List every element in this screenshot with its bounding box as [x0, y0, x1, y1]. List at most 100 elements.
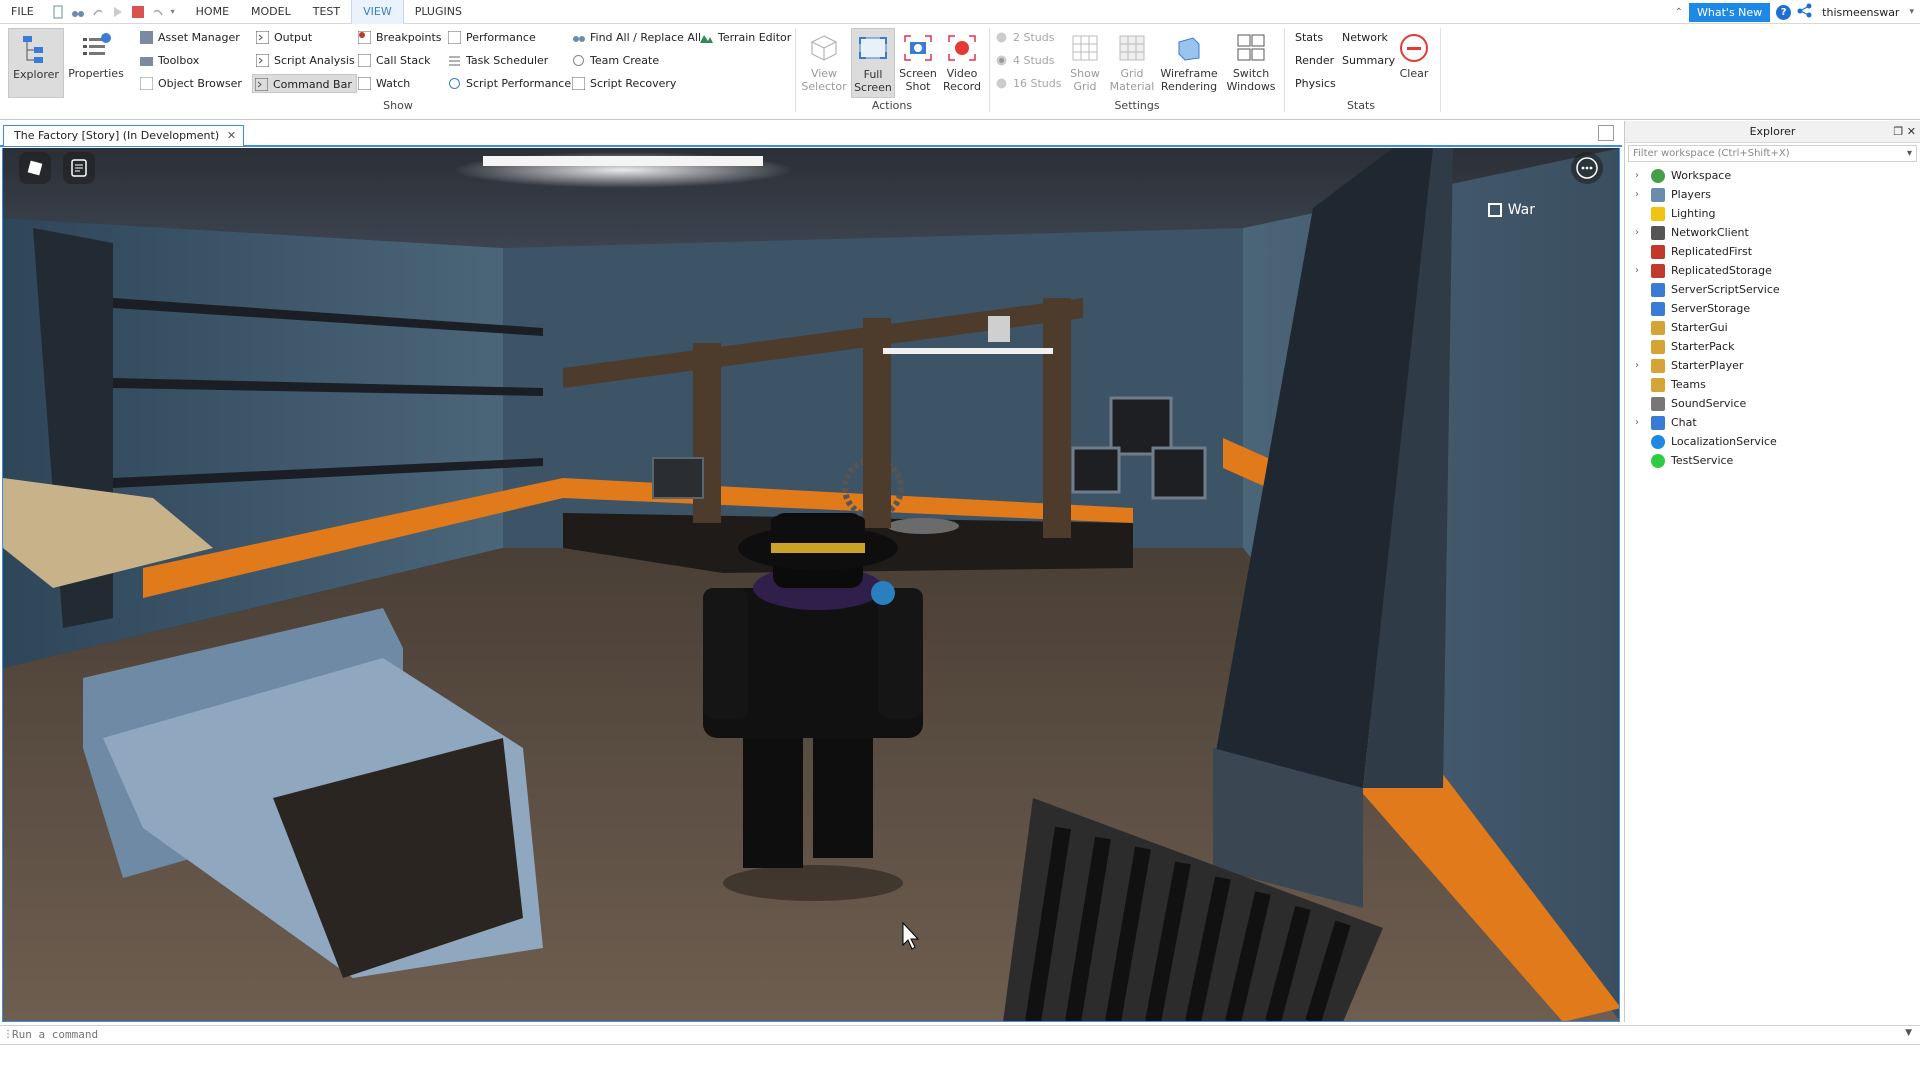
explorer-item-replicatedfirst[interactable]: ReplicatedFirst	[1625, 242, 1920, 261]
menu-plugins[interactable]: PLUGINS	[404, 0, 473, 24]
publish-icon[interactable]	[71, 5, 85, 19]
explorer-item-lighting[interactable]: Lighting	[1625, 204, 1920, 223]
document-tab[interactable]: The Factory [Story] (In Development) ✕	[3, 125, 245, 146]
menu-view[interactable]: VIEW	[351, 0, 404, 24]
team-create-button[interactable]: Team Create	[570, 51, 659, 70]
whats-new-button[interactable]: What's New	[1689, 2, 1771, 22]
more-options-button[interactable]	[1571, 152, 1603, 184]
stats-button[interactable]: Stats	[1275, 28, 1323, 47]
qa-dropdown-icon[interactable]: ▾	[171, 5, 179, 19]
explorer-item-soundservice[interactable]: SoundService	[1625, 394, 1920, 413]
explorer-item-startergui[interactable]: StarterGui	[1625, 318, 1920, 337]
settings-group-label: Settings	[1114, 99, 1160, 112]
output-button[interactable]: Output	[254, 28, 312, 47]
view-selector-button[interactable]: View Selector	[797, 28, 851, 98]
roblox-menu-button[interactable]	[19, 152, 51, 184]
switch-windows-button[interactable]: Switch Windows	[1220, 28, 1282, 98]
menu-home[interactable]: HOME	[185, 0, 240, 24]
properties-button[interactable]: Properties	[68, 28, 124, 98]
video-record-label-1: Video	[946, 67, 978, 80]
script-recovery-button[interactable]: Script Recovery	[570, 74, 676, 93]
explorer-item-players[interactable]: › Players	[1625, 185, 1920, 204]
terrain-editor-button[interactable]: Terrain Editor	[698, 28, 791, 47]
explorer-item-replicatedstorage[interactable]: › ReplicatedStorage	[1625, 261, 1920, 280]
restore-icon[interactable]: ❐	[1893, 125, 1903, 138]
close-panel-icon[interactable]: ✕	[1907, 125, 1916, 138]
find-replace-icon	[573, 36, 585, 42]
starterplayer-icon	[1651, 359, 1665, 373]
script-performance-button[interactable]: Script Performance	[446, 74, 571, 93]
studs-4-option[interactable]: 4 Studs	[993, 51, 1054, 70]
expand-arrow-icon[interactable]: ›	[1635, 413, 1639, 432]
explorer-item-workspace[interactable]: › Workspace	[1625, 166, 1920, 185]
breakpoints-label: Breakpoints	[376, 31, 442, 44]
command-bar-label: Command Bar	[273, 78, 352, 91]
collapse-ribbon-icon[interactable]: ⌃	[1675, 7, 1683, 18]
redo-icon[interactable]	[91, 5, 105, 19]
studs-2-option[interactable]: 2 Studs	[993, 28, 1054, 47]
grid-material-label-2: Material	[1109, 80, 1155, 93]
wireframe-rendering-button[interactable]: Wireframe Rendering	[1158, 28, 1220, 98]
share-icon[interactable]	[1797, 3, 1812, 21]
expand-arrow-icon[interactable]: ›	[1635, 166, 1639, 185]
explorer-item-localizationservice[interactable]: LocalizationService	[1625, 432, 1920, 451]
network-button[interactable]: Network	[1322, 28, 1388, 47]
task-scheduler-button[interactable]: Task Scheduler	[446, 51, 548, 70]
call-stack-button[interactable]: Call Stack	[356, 51, 430, 70]
chat-toggle-button[interactable]	[63, 152, 95, 184]
explorer-item-starterpack[interactable]: StarterPack	[1625, 337, 1920, 356]
explorer-item-testservice[interactable]: TestService	[1625, 451, 1920, 470]
close-tab-icon[interactable]: ✕	[227, 126, 236, 146]
explorer-item-starterplayer[interactable]: › StarterPlayer	[1625, 356, 1920, 375]
find-replace-button[interactable]: Find All / Replace All	[570, 28, 701, 47]
menu-file[interactable]: FILE	[0, 0, 45, 24]
undo-icon[interactable]	[151, 5, 165, 19]
expand-arrow-icon[interactable]: ›	[1635, 356, 1639, 375]
expand-arrow-icon[interactable]: ›	[1635, 223, 1639, 242]
grid-material-button[interactable]: Grid Material	[1108, 28, 1156, 98]
full-screen-button[interactable]: Full Screen	[851, 28, 895, 98]
physics-button[interactable]: Physics	[1275, 74, 1336, 93]
command-history-dropdown-icon[interactable]: ▼	[1905, 1028, 1912, 1038]
explorer-item-chat[interactable]: › Chat	[1625, 413, 1920, 432]
script-analysis-button[interactable]: Script Analysis	[254, 51, 355, 70]
command-input[interactable]	[12, 1026, 1892, 1044]
username[interactable]: thismeenswar	[1818, 6, 1903, 19]
filter-dropdown-icon[interactable]: ▾	[1907, 146, 1912, 161]
object-browser-button[interactable]: Object Browser	[138, 74, 242, 93]
game-viewport[interactable]: War	[2, 148, 1620, 1022]
explorer-icon	[23, 36, 43, 63]
explorer-button[interactable]: Explorer	[8, 28, 64, 98]
user-dropdown-icon[interactable]: ▾	[1909, 7, 1914, 17]
video-record-button[interactable]: Video Record	[940, 28, 984, 98]
play-icon[interactable]	[111, 5, 125, 19]
expand-arrow-icon[interactable]: ›	[1635, 185, 1639, 204]
screenshot-button[interactable]: Screen Shot	[896, 28, 940, 98]
toolbox-button[interactable]: Toolbox	[138, 51, 199, 70]
menu-test[interactable]: TEST	[302, 0, 351, 24]
explorer-item-networkclient[interactable]: › NetworkClient	[1625, 223, 1920, 242]
clear-button[interactable]: Clear	[1386, 28, 1442, 98]
command-bar-button[interactable]: Command Bar	[252, 74, 357, 93]
menu-model[interactable]: MODEL	[240, 0, 302, 24]
explorer-filter-input[interactable]: Filter workspace (Ctrl+Shift+X) ▾	[1628, 145, 1917, 162]
performance-button[interactable]: Performance	[446, 28, 536, 47]
explorer-item-serverscriptservice[interactable]: ServerScriptService	[1625, 280, 1920, 299]
menu-right-controls: ⌃ What's New ? thismeenswar ▾	[1675, 0, 1914, 24]
asset-manager-button[interactable]: Asset Manager	[138, 28, 240, 47]
explorer-item-label: NetworkClient	[1671, 226, 1749, 239]
explorer-item-teams[interactable]: Teams	[1625, 375, 1920, 394]
grid-icon	[1072, 35, 1098, 61]
new-file-icon[interactable]	[51, 5, 65, 19]
stop-icon[interactable]	[131, 5, 145, 19]
summary-button[interactable]: Summary	[1322, 51, 1395, 70]
expand-arrow-icon[interactable]: ›	[1635, 261, 1639, 280]
watch-button[interactable]: Watch	[356, 74, 410, 93]
studs-16-option[interactable]: 16 Studs	[993, 74, 1061, 93]
breakpoints-button[interactable]: Breakpoints	[356, 28, 442, 47]
float-window-icon[interactable]	[1598, 125, 1614, 141]
show-grid-button[interactable]: Show Grid	[1062, 28, 1108, 98]
explorer-item-serverstorage[interactable]: ServerStorage	[1625, 299, 1920, 318]
watch-label: Watch	[376, 77, 411, 90]
help-icon[interactable]: ?	[1776, 4, 1792, 20]
